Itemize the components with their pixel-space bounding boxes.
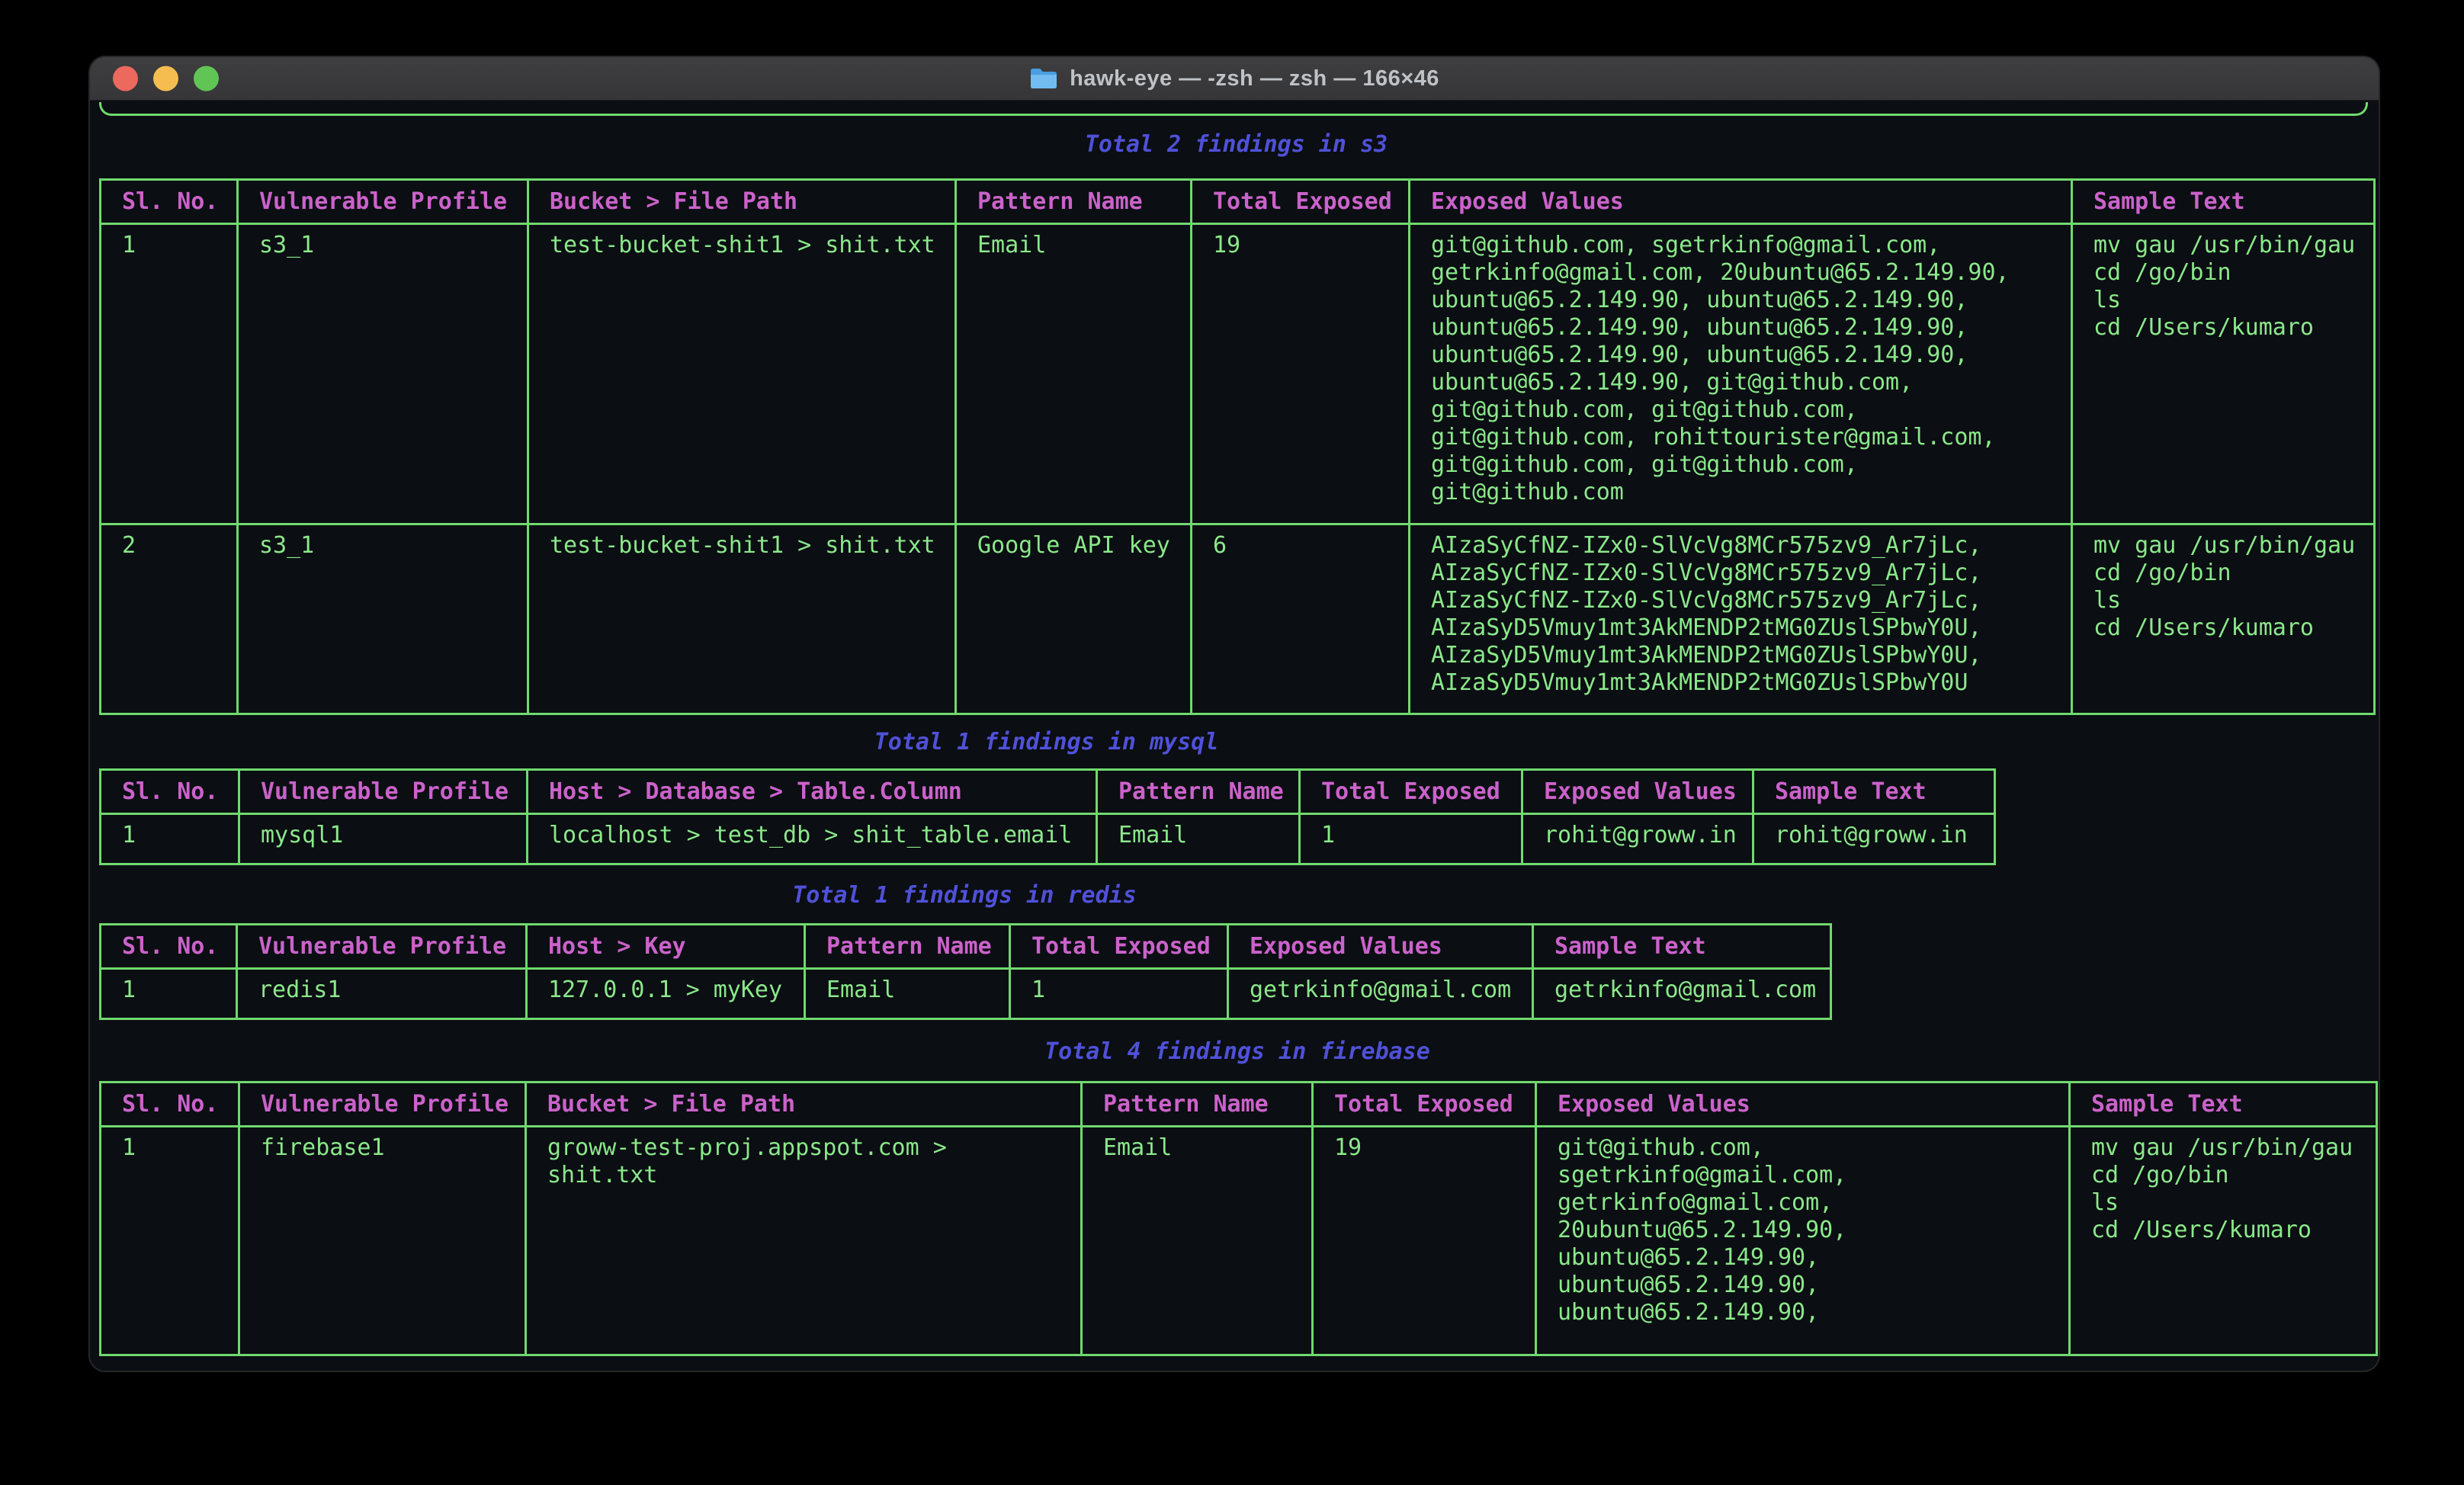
section-s3: Total 2 findings in s3 Sl. No. Vulnerabl… bbox=[99, 131, 2369, 715]
section-title-s3: Total 2 findings in s3 bbox=[99, 131, 2373, 159]
table-row: 1 s3_1 test-bucket-shit1 > shit.txt Emai… bbox=[101, 224, 2375, 524]
table-header-row: Sl. No. Vulnerable Profile Bucket > File… bbox=[101, 1082, 2377, 1127]
col-header-sample-text: Sample Text bbox=[1753, 770, 1995, 814]
cell-total-exposed: 19 bbox=[1192, 224, 1410, 524]
previous-output-cutoff-panel bbox=[99, 102, 2368, 116]
redis-findings-table: Sl. No. Vulnerable Profile Host > Key Pa… bbox=[99, 923, 1832, 1020]
firebase-findings-table: Sl. No. Vulnerable Profile Bucket > File… bbox=[99, 1081, 2378, 1356]
cell-bucket-file-path: groww-test-proj.appspot.com > shit.txt bbox=[526, 1127, 1082, 1355]
cell-vulnerable-profile: s3_1 bbox=[238, 224, 528, 524]
cell-exposed-values: git@github.com, sgetrkinfo@gmail.com, ge… bbox=[1410, 224, 2072, 524]
col-header-pattern-name: Pattern Name bbox=[805, 925, 1010, 969]
col-header-exposed-values: Exposed Values bbox=[1228, 925, 1533, 969]
window-title: hawk-eye — -zsh — zsh — 166×46 bbox=[1029, 66, 1439, 91]
desktop: { "colors": { "terminal_background": "#0… bbox=[0, 0, 2464, 1485]
cell-vulnerable-profile: mysql1 bbox=[239, 814, 528, 864]
table-row: 2 s3_1 test-bucket-shit1 > shit.txt Goog… bbox=[101, 524, 2375, 714]
table-header-row: Sl. No. Vulnerable Profile Host > Databa… bbox=[101, 770, 1995, 814]
section-firebase: Total 4 findings in firebase Sl. No. Vul… bbox=[99, 1038, 2369, 1356]
col-header-vulnerable-profile: Vulnerable Profile bbox=[237, 925, 527, 969]
cell-sample-text: mv gau /usr/bin/gau cd /go/bin ls cd /Us… bbox=[2072, 524, 2375, 714]
cell-total-exposed: 1 bbox=[1300, 814, 1522, 864]
cell-exposed-values: getrkinfo@gmail.com bbox=[1228, 969, 1533, 1019]
cell-vulnerable-profile: firebase1 bbox=[239, 1127, 526, 1355]
col-header-bucket-file-path: Bucket > File Path bbox=[526, 1082, 1082, 1127]
cell-sample-text: mv gau /usr/bin/gau cd /go/bin ls cd /Us… bbox=[2070, 1127, 2377, 1355]
col-header-total-exposed: Total Exposed bbox=[1192, 180, 1410, 224]
col-header-sl-no: Sl. No. bbox=[101, 180, 238, 224]
col-header-pattern-name: Pattern Name bbox=[956, 180, 1192, 224]
cell-sl-no: 1 bbox=[101, 814, 239, 864]
cell-sl-no: 2 bbox=[101, 524, 238, 714]
section-title-redis: Total 1 findings in redis bbox=[99, 882, 1830, 909]
cell-sl-no: 1 bbox=[101, 1127, 239, 1355]
col-header-sl-no: Sl. No. bbox=[101, 925, 237, 969]
col-header-total-exposed: Total Exposed bbox=[1300, 770, 1522, 814]
cell-bucket-file-path: test-bucket-shit1 > shit.txt bbox=[528, 524, 956, 714]
section-redis: Total 1 findings in redis Sl. No. Vulner… bbox=[99, 882, 2369, 1020]
cell-sample-text: mv gau /usr/bin/gau cd /go/bin ls cd /Us… bbox=[2072, 224, 2375, 524]
col-header-exposed-values: Exposed Values bbox=[1410, 180, 2072, 224]
minimize-button[interactable] bbox=[153, 66, 178, 91]
col-header-host-database-column: Host > Database > Table.Column bbox=[528, 770, 1097, 814]
zoom-button[interactable] bbox=[194, 66, 219, 91]
terminal-window: hawk-eye — -zsh — zsh — 166×46 Total 2 f… bbox=[90, 57, 2379, 1371]
col-header-bucket-file-path: Bucket > File Path bbox=[528, 180, 956, 224]
cell-sample-text: getrkinfo@gmail.com bbox=[1533, 969, 1831, 1019]
cell-total-exposed: 19 bbox=[1313, 1127, 1536, 1355]
close-button[interactable] bbox=[113, 66, 138, 91]
col-header-host-key: Host > Key bbox=[527, 925, 805, 969]
cell-exposed-values: AIzaSyCfNZ-IZx0-SlVcVg8MCr575zv9_Ar7jLc,… bbox=[1410, 524, 2072, 714]
col-header-vulnerable-profile: Vulnerable Profile bbox=[239, 1082, 526, 1127]
table-header-row: Sl. No. Vulnerable Profile Bucket > File… bbox=[101, 180, 2375, 224]
col-header-sl-no: Sl. No. bbox=[101, 770, 239, 814]
cell-vulnerable-profile: redis1 bbox=[237, 969, 527, 1019]
col-header-vulnerable-profile: Vulnerable Profile bbox=[238, 180, 528, 224]
cell-pattern-name: Email bbox=[956, 224, 1192, 524]
cell-sample-text: rohit@groww.in bbox=[1753, 814, 1995, 864]
col-header-sample-text: Sample Text bbox=[1533, 925, 1831, 969]
col-header-sample-text: Sample Text bbox=[2070, 1082, 2377, 1127]
col-header-exposed-values: Exposed Values bbox=[1536, 1082, 2070, 1127]
window-title-text: hawk-eye — -zsh — zsh — 166×46 bbox=[1070, 66, 1439, 91]
col-header-pattern-name: Pattern Name bbox=[1082, 1082, 1313, 1127]
table-header-row: Sl. No. Vulnerable Profile Host > Key Pa… bbox=[101, 925, 1831, 969]
table-row: 1 mysql1 localhost > test_db > shit_tabl… bbox=[101, 814, 1995, 864]
cell-host-database-column: localhost > test_db > shit_table.email bbox=[528, 814, 1097, 864]
window-titlebar[interactable]: hawk-eye — -zsh — zsh — 166×46 bbox=[90, 57, 2379, 101]
cell-total-exposed: 1 bbox=[1010, 969, 1228, 1019]
cell-pattern-name: Google API key bbox=[956, 524, 1192, 714]
table-row: 1 firebase1 groww-test-proj.appspot.com … bbox=[101, 1127, 2377, 1355]
s3-findings-table: Sl. No. Vulnerable Profile Bucket > File… bbox=[99, 178, 2376, 715]
cell-sl-no: 1 bbox=[101, 969, 237, 1019]
section-title-firebase: Total 4 findings in firebase bbox=[99, 1038, 2376, 1066]
cell-sl-no: 1 bbox=[101, 224, 238, 524]
terminal-content: Total 2 findings in s3 Sl. No. Vulnerabl… bbox=[90, 102, 2379, 1356]
cell-host-key: 127.0.0.1 > myKey bbox=[527, 969, 805, 1019]
cell-exposed-values: rohit@groww.in bbox=[1522, 814, 1753, 864]
folder-icon bbox=[1029, 66, 1058, 91]
col-header-total-exposed: Total Exposed bbox=[1313, 1082, 1536, 1127]
col-header-vulnerable-profile: Vulnerable Profile bbox=[239, 770, 528, 814]
cell-pattern-name: Email bbox=[805, 969, 1010, 1019]
traffic-lights bbox=[113, 66, 219, 91]
cell-pattern-name: Email bbox=[1097, 814, 1300, 864]
cell-total-exposed: 6 bbox=[1192, 524, 1410, 714]
cell-vulnerable-profile: s3_1 bbox=[238, 524, 528, 714]
col-header-pattern-name: Pattern Name bbox=[1097, 770, 1300, 814]
col-header-sample-text: Sample Text bbox=[2072, 180, 2375, 224]
cell-pattern-name: Email bbox=[1082, 1127, 1313, 1355]
section-title-mysql: Total 1 findings in mysql bbox=[99, 729, 1994, 756]
col-header-sl-no: Sl. No. bbox=[101, 1082, 239, 1127]
cell-bucket-file-path: test-bucket-shit1 > shit.txt bbox=[528, 224, 956, 524]
table-row: 1 redis1 127.0.0.1 > myKey Email 1 getrk… bbox=[101, 969, 1831, 1019]
col-header-total-exposed: Total Exposed bbox=[1010, 925, 1228, 969]
cell-exposed-values: git@github.com, sgetrkinfo@gmail.com, ge… bbox=[1536, 1127, 2070, 1355]
mysql-findings-table: Sl. No. Vulnerable Profile Host > Databa… bbox=[99, 768, 1996, 865]
col-header-exposed-values: Exposed Values bbox=[1522, 770, 1753, 814]
section-mysql: Total 1 findings in mysql Sl. No. Vulner… bbox=[99, 729, 2369, 865]
